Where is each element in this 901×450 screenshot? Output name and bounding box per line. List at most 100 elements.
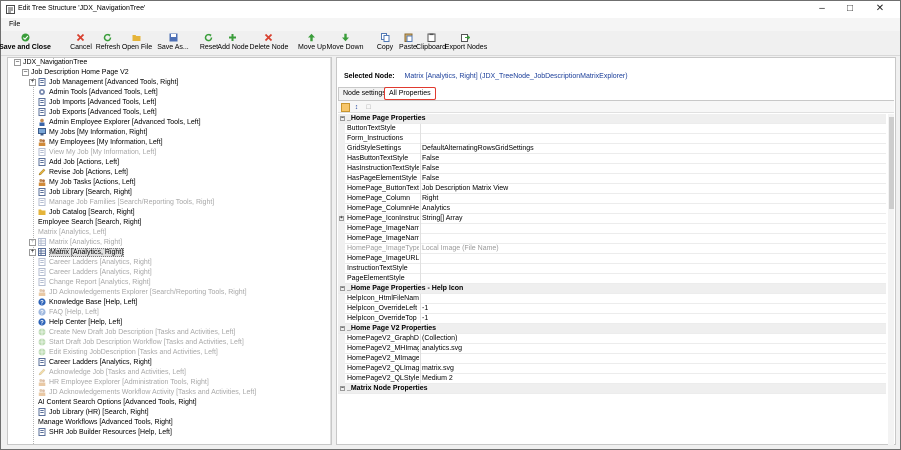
collapse-category-icon[interactable]: –: [340, 115, 345, 121]
minimize-button[interactable]: –: [809, 1, 835, 17]
property-row[interactable]: PageElementStyle: [338, 274, 886, 284]
property-value[interactable]: DefaultAlternatingRowsGridSettings: [422, 144, 882, 153]
property-row[interactable]: HomePage_Column Right: [338, 194, 886, 204]
property-row[interactable]: HomePageV2_QLStyleTypMedium 2: [338, 374, 886, 384]
tree-node[interactable]: JD Acknowledgements Workflow Activity [T…: [38, 388, 256, 398]
open-file-button[interactable]: Open File: [122, 33, 152, 55]
property-value[interactable]: -1: [422, 304, 882, 313]
property-row[interactable]: InstructionTextStyle: [338, 264, 886, 274]
tree-node[interactable]: Add Job [Actions, Left]: [38, 158, 119, 168]
property-row[interactable]: +HomePage_IconInstructioString[] Array: [338, 214, 886, 224]
menu-file[interactable]: File: [9, 21, 20, 28]
property-row[interactable]: HomePageV2_MImageNar: [338, 354, 886, 364]
tree-node[interactable]: Edit Existing JobDescription [Tasks and …: [38, 348, 218, 358]
collapse-category-icon[interactable]: –: [340, 385, 345, 391]
property-value[interactable]: False: [422, 174, 882, 183]
property-value[interactable]: matrix.svg: [422, 364, 882, 373]
delete-node-button[interactable]: Delete Node: [250, 33, 288, 55]
tree-node[interactable]: Matrix [Analytics, Left]: [38, 228, 106, 238]
property-category[interactable]: – _Home Page Properties: [338, 114, 886, 124]
property-row[interactable]: HelpIcon_OverrideTop -1: [338, 314, 886, 324]
expand-toggle-icon[interactable]: +: [29, 238, 36, 246]
tree-node[interactable]: Job Catalog [Search, Right]: [38, 208, 135, 218]
tree-node[interactable]: View My Job [My Information, Left]: [38, 148, 156, 158]
tree-root-node[interactable]: – JDX_NavigationTree: [14, 58, 87, 68]
tree-node[interactable]: Manage Workflows [Advanced Tools, Right]: [38, 418, 173, 428]
property-grid[interactable]: – _Home Page Properties ButtonTextStyle Fo…: [338, 114, 894, 445]
tree-node[interactable]: Career Ladders [Analytics, Right]: [38, 268, 152, 278]
tree-node[interactable]: Job Library [Search, Right]: [38, 188, 132, 198]
tree-node[interactable]: Career Ladders [Analytics, Right]: [38, 358, 152, 368]
tree-node[interactable]: + Matrix [Analytics, Right]: [29, 248, 125, 258]
save-and-close-button[interactable]: Save and Close: [0, 33, 51, 55]
tree-node[interactable]: My Employees [My Information, Left]: [38, 138, 163, 148]
tree-node[interactable]: Job Exports [Advanced Tools, Left]: [38, 108, 157, 118]
tree-node[interactable]: JD Acknowledgements Explorer [Search/Rep…: [38, 288, 247, 298]
property-pages-icon[interactable]: □: [364, 103, 373, 112]
property-row[interactable]: HomePageV2_QLImageNamatrix.svg: [338, 364, 886, 374]
tree-node[interactable]: Admin Tools [Advanced Tools, Left]: [38, 88, 158, 98]
expand-property-icon[interactable]: +: [339, 215, 344, 221]
property-value[interactable]: False: [422, 164, 882, 173]
tree-node[interactable]: SHR Job Builder Resources [Help, Left]: [38, 428, 172, 438]
categorized-icon[interactable]: [341, 103, 350, 112]
tree-node[interactable]: Revise Job [Actions, Left]: [38, 168, 128, 178]
expand-toggle-icon[interactable]: +: [29, 78, 36, 86]
move-up-button[interactable]: Move Up: [298, 33, 326, 55]
collapse-category-icon[interactable]: –: [340, 285, 345, 291]
tree-node[interactable]: Acknowledge Job [Tasks and Activities, L…: [38, 368, 186, 378]
property-row[interactable]: HasInstructionTextStyle False: [338, 164, 886, 174]
navigation-tree[interactable]: – JDX_NavigationTree – Job Description Home…: [7, 57, 332, 445]
property-value[interactable]: -1: [422, 314, 882, 323]
tree-node[interactable]: Create New Draft Job Description [Tasks …: [38, 328, 235, 338]
property-value[interactable]: (Collection): [422, 334, 882, 343]
copy-button[interactable]: Copy: [377, 33, 393, 55]
property-row[interactable]: HomePage_ImageName_f: [338, 234, 886, 244]
property-category[interactable]: – _Matrix Node Properties: [338, 384, 886, 394]
property-row[interactable]: GridStyleSettings DefaultAlternatingRowsG…: [338, 144, 886, 154]
property-row[interactable]: HelpIcon_HtmlFileName: [338, 294, 886, 304]
property-value[interactable]: Job Description Matrix View: [422, 184, 882, 193]
tree-node[interactable]: AI Content Search Options [Advanced Tool…: [38, 398, 197, 408]
property-row[interactable]: HasButtonTextStyle False: [338, 154, 886, 164]
property-value[interactable]: analytics.svg: [422, 344, 882, 353]
tree-node[interactable]: + Job Management [Advanced Tools, Right]: [29, 78, 178, 88]
property-row[interactable]: HomePageV2_GraphData1(Collection): [338, 334, 886, 344]
maximize-button[interactable]: □: [837, 1, 863, 17]
property-row[interactable]: HomePage_ColumnHeadirAnalytics: [338, 204, 886, 214]
tree-node[interactable]: Manage Job Families [Search/Reporting To…: [38, 198, 214, 208]
export-nodes-button[interactable]: Export Nodes: [445, 33, 487, 55]
property-category[interactable]: – _Home Page Properties - Help Icon: [338, 284, 886, 294]
tree-node[interactable]: Employee Search [Search, Right]: [38, 218, 142, 228]
property-row[interactable]: HomePage_ImageType Local Image (File Name…: [338, 244, 886, 254]
paste-button[interactable]: Paste: [399, 33, 417, 55]
expand-toggle-icon[interactable]: +: [29, 248, 36, 256]
tree-node[interactable]: My Jobs [My Information, Right]: [38, 128, 147, 138]
tree-node[interactable]: ? Knowledge Base [Help, Left]: [38, 298, 137, 308]
tree-node[interactable]: Career Ladders [Analytics, Right]: [38, 258, 152, 268]
property-row[interactable]: HomePage_ButtonText Job Description Matri…: [338, 184, 886, 194]
property-value[interactable]: Local Image (File Name): [422, 244, 882, 253]
property-category[interactable]: – _Home Page V2 Properties: [338, 324, 886, 334]
reset-button[interactable]: Reset: [200, 33, 218, 55]
property-row[interactable]: HasPageElementStyle False: [338, 174, 886, 184]
tree-node[interactable]: Admin Employee Explorer [Advanced Tools,…: [38, 118, 201, 128]
add-node-button[interactable]: Add Node: [217, 33, 249, 55]
tree-node[interactable]: + Matrix [Analytics, Right]: [29, 238, 122, 248]
tree-parent-node[interactable]: – Job Description Home Page V2: [22, 68, 129, 78]
tree-node[interactable]: My Job Tasks [Actions, Left]: [38, 178, 136, 188]
tree-node[interactable]: Job Imports [Advanced Tools, Left]: [38, 98, 156, 108]
save-as-button[interactable]: Save As...: [157, 33, 189, 55]
property-value[interactable]: Medium 2: [422, 374, 882, 383]
collapse-toggle-icon[interactable]: –: [22, 68, 29, 76]
property-value[interactable]: False: [422, 154, 882, 163]
sort-alpha-icon[interactable]: ↕: [352, 103, 361, 112]
property-row[interactable]: HomePage_ImageURL: [338, 254, 886, 264]
clipboard-button[interactable]: Clipboard: [416, 33, 446, 55]
property-row[interactable]: HomePageV2_MHImageNanalytics.svg: [338, 344, 886, 354]
property-value[interactable]: Analytics: [422, 204, 882, 213]
move-down-button[interactable]: Move Down: [327, 33, 363, 55]
property-row[interactable]: Form_Instructions: [338, 134, 886, 144]
property-value[interactable]: Right: [422, 194, 882, 203]
property-row[interactable]: HomePage_ImageName: [338, 224, 886, 234]
